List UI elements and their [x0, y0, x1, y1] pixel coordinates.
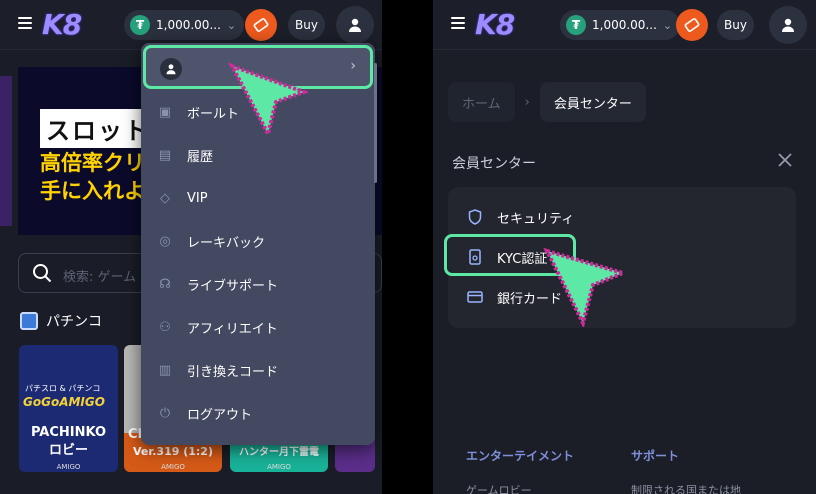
headset-icon: ☊ — [159, 276, 171, 292]
chevron-right-icon: › — [350, 58, 356, 74]
user-icon — [782, 18, 794, 32]
menu-item-label: レーキバック — [187, 235, 266, 251]
balance-selector[interactable]: ₮ 1,000.00... ⌄ — [124, 10, 244, 40]
section-title: パチンコ — [46, 314, 102, 330]
buy-button[interactable]: Buy — [717, 10, 754, 40]
menu-item-security[interactable]: セキュリティ — [467, 203, 574, 231]
card-subtitle: ハンター月下雷電 — [239, 447, 319, 458]
card-title: PACHINKO — [30, 425, 107, 440]
menu-item-label: セキュリティ — [497, 211, 575, 227]
close-icon[interactable] — [777, 152, 793, 168]
menu-item-logout[interactable]: ⏻ ログアウト — [157, 398, 252, 428]
user-icon — [166, 64, 176, 75]
banner-line-3: 手に入れよ — [40, 179, 145, 203]
section-header: パチンコ — [20, 311, 102, 331]
menu-item-vault[interactable]: ▣ ボールト — [157, 97, 239, 127]
menu-item-label: アフィリエイト — [187, 321, 278, 337]
card-subtitle: Ver.319 (1:2) — [133, 445, 213, 458]
highlight-kyc — [444, 234, 576, 276]
menu-item-label: VIP — [187, 190, 208, 206]
tether-icon: ₮ — [566, 15, 586, 35]
scrollbar[interactable] — [374, 63, 377, 183]
search-placeholder: 検索: ゲーム — [63, 270, 137, 285]
balance-value: 1,000.00... — [592, 18, 657, 32]
menu-item-label: ログアウト — [187, 407, 253, 423]
buy-button[interactable]: Buy — [288, 10, 325, 40]
ticket-icon — [253, 18, 269, 32]
profile-row[interactable]: › — [143, 45, 373, 89]
footer-heading-entertainment: エンターテイメント — [466, 449, 575, 463]
user-button[interactable] — [336, 6, 374, 44]
menu-item-live-support[interactable]: ☊ ライブサポート — [157, 269, 278, 299]
balance-value: 1,000.00... — [156, 18, 221, 32]
menu-item-label: ボールト — [187, 106, 240, 122]
menu-item-redeem-code[interactable]: ▥ 引き換えコード — [157, 355, 278, 385]
carousel-prev-slide — [0, 76, 12, 226]
chevron-down-icon: ⌄ — [226, 18, 237, 32]
footer-link[interactable]: 制限される国または地 — [631, 482, 741, 494]
card-brand: AMIGO — [267, 463, 291, 471]
users-icon: ⚇ — [159, 319, 171, 335]
chevron-down-icon: ⌄ — [662, 18, 673, 32]
tether-icon: ₮ — [130, 15, 150, 35]
right-screen: K8 ₮ 1,000.00... ⌄ Buy ホーム › 会員センター 会員セン… — [433, 0, 816, 494]
history-icon: ▤ — [158, 147, 172, 163]
card-subtitle: ロビー — [48, 443, 88, 458]
pachinko-icon — [20, 312, 38, 330]
vault-icon: ▣ — [158, 104, 172, 120]
logo[interactable]: K8 — [475, 8, 515, 41]
rakeback-icon: ◎ — [159, 233, 171, 249]
menu-item-label: 履歴 — [187, 149, 214, 165]
logout-icon: ⏻ — [159, 405, 171, 421]
barcode-icon: ▥ — [158, 362, 172, 378]
breadcrumb-current: 会員センター — [539, 82, 646, 122]
card-brand: AMIGO — [161, 463, 185, 471]
banner-line-1: スロット — [40, 109, 156, 148]
diamond-icon: ◇ — [160, 190, 170, 206]
user-dropdown-menu: › ▣ ボールト ▤ 履歴 ◇ VIP ◎ レーキバック ☊ ライブサポート ⚇… — [141, 43, 377, 445]
search-icon — [33, 264, 52, 283]
user-icon — [349, 18, 361, 32]
footer: エンターテイメント サポート ゲームロビー 制限される国または地 — [433, 425, 816, 494]
avatar — [160, 58, 182, 80]
card-logo: GoGoAMIGO — [23, 395, 105, 409]
left-screen: K8 ₮ 1,000.00... ⌄ Buy スロット 高倍率クリ 手に入れよ … — [0, 0, 382, 494]
deposit-button[interactable] — [245, 9, 277, 41]
footer-link[interactable]: ゲームロビー — [466, 482, 532, 494]
card-badge: パチスロ & パチンコ — [25, 384, 101, 393]
balance-selector[interactable]: ₮ 1,000.00... ⌄ — [560, 10, 680, 40]
hamburger-menu-icon[interactable] — [451, 17, 465, 31]
deposit-button[interactable] — [676, 9, 708, 41]
menu-item-affiliate[interactable]: ⚇ アフィリエイト — [157, 312, 278, 342]
ticket-icon — [684, 18, 700, 32]
menu-item-rakeback[interactable]: ◎ レーキバック — [157, 226, 265, 256]
hamburger-menu-icon[interactable] — [18, 17, 32, 31]
shield-icon — [467, 209, 483, 225]
game-card[interactable]: パチスロ & パチンコ GoGoAMIGO PACHINKO ロビー AMIGO — [19, 345, 118, 472]
panel-title: 会員センター — [452, 156, 536, 172]
card-icon — [467, 289, 483, 305]
menu-item-label: 銀行カード — [497, 291, 563, 307]
breadcrumb-home[interactable]: ホーム — [448, 82, 515, 122]
menu-item-history[interactable]: ▤ 履歴 — [157, 140, 213, 170]
footer-heading-support: サポート — [631, 449, 680, 463]
menu-item-bank-card[interactable]: 銀行カード — [467, 283, 562, 311]
user-button[interactable] — [769, 6, 807, 44]
menu-item-vip[interactable]: ◇ VIP — [157, 183, 208, 213]
banner-line-2: 高倍率クリ — [40, 151, 145, 175]
card-brand: AMIGO — [56, 463, 81, 471]
breadcrumb: ホーム › 会員センター — [448, 82, 646, 122]
header: K8 ₮ 1,000.00... ⌄ Buy — [433, 0, 816, 50]
menu-item-label: 引き換えコード — [187, 364, 279, 380]
logo[interactable]: K8 — [42, 8, 82, 41]
menu-item-label: ライブサポート — [187, 278, 279, 294]
chevron-right-icon: › — [524, 94, 530, 110]
